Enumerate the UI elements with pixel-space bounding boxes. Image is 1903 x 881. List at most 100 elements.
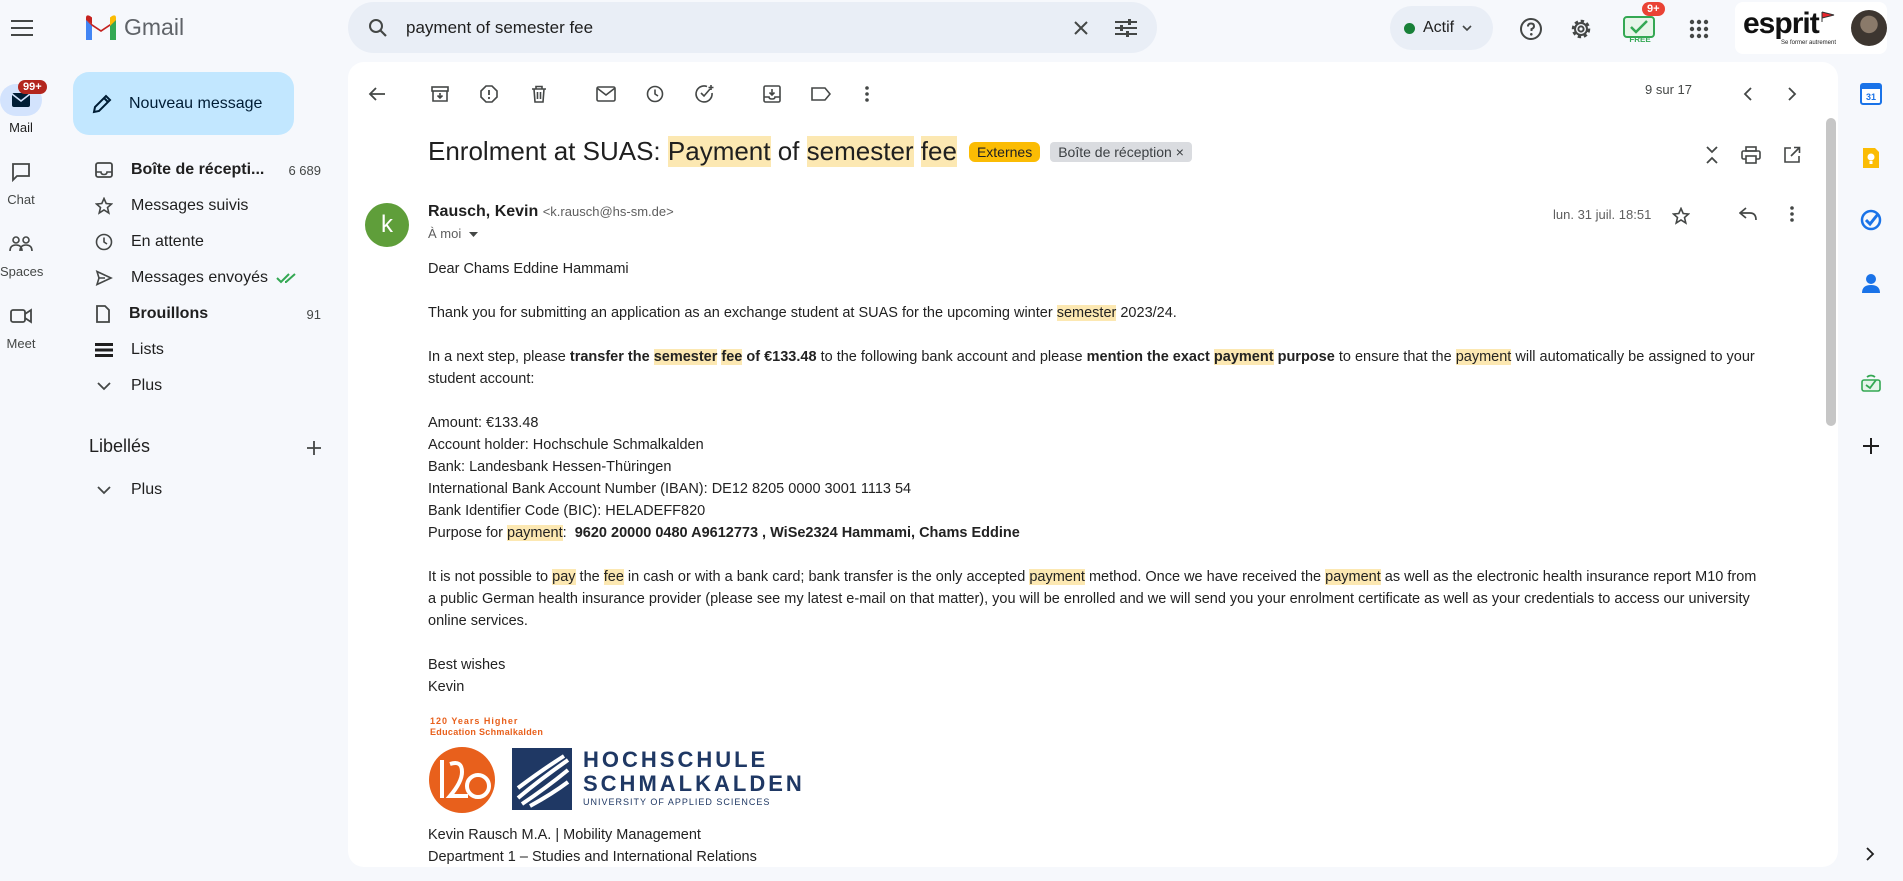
back-arrow-icon[interactable] bbox=[359, 76, 395, 112]
nav-lists[interactable]: Lists bbox=[73, 332, 331, 368]
label-tag-icon[interactable] bbox=[803, 76, 839, 112]
closing-line: Best wishes bbox=[428, 657, 506, 673]
rail-spaces[interactable]: Spaces bbox=[0, 228, 44, 279]
signature-line-2: Department 1 – Studies and International… bbox=[428, 849, 757, 865]
send-icon bbox=[95, 270, 113, 286]
nav-snoozed[interactable]: En attente bbox=[73, 224, 331, 260]
star-message-icon[interactable] bbox=[1663, 198, 1699, 234]
chevron-down-icon bbox=[95, 484, 113, 496]
nav-inbox-label: Boîte de récepti... bbox=[131, 161, 265, 178]
mail-unread-badge: 99+ bbox=[18, 80, 47, 94]
remove-label-icon: × bbox=[1175, 143, 1184, 160]
gmail-logo[interactable]: Gmail bbox=[84, 12, 184, 42]
rail-chat[interactable]: Chat bbox=[0, 156, 42, 207]
addon-icon[interactable] bbox=[1854, 366, 1888, 400]
contacts-icon[interactable] bbox=[1854, 266, 1888, 300]
list-icon bbox=[95, 343, 113, 357]
tasks-icon[interactable] bbox=[1854, 203, 1888, 237]
add-task-icon[interactable] bbox=[687, 76, 723, 112]
move-to-icon[interactable] bbox=[754, 76, 790, 112]
esprit-logo: esprit Se former autrement bbox=[1743, 7, 1837, 46]
gmail-wordmark: Gmail bbox=[124, 13, 185, 40]
expand-side-panel-chevron-icon[interactable] bbox=[1860, 844, 1880, 864]
newer-chevron-left-icon[interactable] bbox=[1730, 76, 1766, 112]
compose-button[interactable]: Nouveau message bbox=[73, 72, 294, 135]
nav-sent[interactable]: Messages envoyés bbox=[73, 260, 331, 296]
older-chevron-right-icon[interactable] bbox=[1774, 76, 1810, 112]
clear-search-icon[interactable] bbox=[1073, 20, 1089, 36]
nav-more[interactable]: Plus bbox=[73, 368, 331, 404]
sender-line: Rausch, Kevin <k.rausch@hs-sm.de> bbox=[428, 203, 674, 221]
search-input[interactable]: payment of semester fee bbox=[406, 18, 1073, 38]
nav-inbox[interactable]: Boîte de récepti... 6 689 bbox=[73, 152, 331, 188]
search-options-icon[interactable] bbox=[1115, 18, 1137, 37]
bank-line: Bank: Landesbank Hessen-Thüringen bbox=[428, 459, 672, 475]
amount-line: Amount: €133.48 bbox=[428, 415, 539, 431]
apps-grid-icon[interactable] bbox=[1679, 9, 1719, 49]
tag-inbox[interactable]: Boîte de réception × bbox=[1050, 141, 1192, 162]
collapse-all-icon[interactable] bbox=[1694, 137, 1730, 173]
more-vertical-icon[interactable] bbox=[849, 76, 885, 112]
logo-text: HOCHSCHULE SCHMALKALDEN UNIVERSITY OF AP… bbox=[583, 747, 805, 808]
nav-sent-label: Messages envoyés bbox=[131, 269, 268, 286]
search-bar[interactable]: payment of semester fee bbox=[348, 2, 1157, 53]
nav-lists-label: Lists bbox=[131, 341, 164, 358]
clock-icon bbox=[95, 233, 113, 251]
account-switcher[interactable]: esprit Se former autrement bbox=[1735, 2, 1887, 54]
sender-name: Rausch, Kevin bbox=[428, 203, 539, 220]
settings-gear-icon[interactable] bbox=[1561, 9, 1601, 49]
calendar-icon[interactable]: 31 bbox=[1854, 77, 1888, 111]
delete-trash-icon[interactable] bbox=[521, 76, 557, 112]
draft-file-icon bbox=[95, 305, 111, 323]
rail-meet[interactable]: Meet bbox=[0, 300, 42, 351]
message-scrollbar[interactable] bbox=[1826, 118, 1836, 426]
closing: Best wishes Kevin bbox=[428, 654, 1798, 698]
iban-line: International Bank Account Number (IBAN)… bbox=[428, 481, 912, 497]
main-menu-icon[interactable] bbox=[6, 6, 38, 50]
recipient-line[interactable]: À moi bbox=[428, 226, 478, 241]
user-avatar[interactable] bbox=[1851, 10, 1887, 46]
paragraph-3: It is not possible to pay the fee in cas… bbox=[428, 569, 1757, 629]
meet-free-app-icon[interactable]: FREE 9+ bbox=[1618, 2, 1665, 48]
nav-drafts-label: Brouillons bbox=[129, 305, 209, 322]
pagination-label: 9 sur 17 bbox=[1645, 82, 1692, 97]
snooze-clock-icon[interactable] bbox=[637, 76, 673, 112]
email-body: Dear Chams Eddine Hammami Thank you for … bbox=[428, 258, 1798, 698]
status-selector[interactable]: Actif bbox=[1390, 6, 1493, 50]
status-label: Actif bbox=[1423, 19, 1455, 36]
keep-icon[interactable] bbox=[1854, 141, 1888, 175]
holder-line: Account holder: Hochschule Schmalkalden bbox=[428, 437, 704, 453]
hochschule-schmalkalden-logo: 120 Years Higher Education Schmalkalden … bbox=[428, 716, 802, 814]
rail-meet-label: Meet bbox=[6, 336, 36, 351]
rail-chat-label: Chat bbox=[7, 192, 35, 207]
chevron-down-icon bbox=[95, 380, 113, 392]
purpose-line: Purpose for payment: 9620 20000 0480 A96… bbox=[428, 525, 1020, 541]
message-more-vertical-icon[interactable] bbox=[1774, 196, 1810, 232]
rail-spaces-label: Spaces bbox=[0, 264, 44, 279]
greeting: Dear Chams Eddine Hammami bbox=[428, 261, 629, 277]
labels-more[interactable]: Plus bbox=[73, 472, 331, 508]
logo-hs-emblem-icon bbox=[512, 748, 572, 810]
report-spam-icon[interactable] bbox=[471, 76, 507, 112]
logo-120-icon bbox=[429, 747, 495, 813]
gmail-m-icon bbox=[86, 15, 116, 40]
open-new-window-icon[interactable] bbox=[1774, 137, 1810, 173]
nav-drafts[interactable]: Brouillons 91 bbox=[73, 296, 331, 332]
search-icon[interactable] bbox=[368, 18, 388, 38]
print-icon[interactable] bbox=[1733, 137, 1769, 173]
archive-icon[interactable] bbox=[422, 76, 458, 112]
nav-starred[interactable]: Messages suivis bbox=[73, 188, 331, 224]
mark-unread-icon[interactable] bbox=[588, 76, 624, 112]
video-camera-icon bbox=[0, 300, 42, 332]
add-label-plus-icon[interactable] bbox=[300, 436, 328, 460]
get-addons-plus-icon[interactable] bbox=[1854, 429, 1888, 463]
message-date: lun. 31 juil. 18:51 bbox=[1553, 207, 1652, 222]
nav-inbox-count: 6 689 bbox=[288, 162, 321, 178]
help-icon[interactable] bbox=[1511, 9, 1551, 49]
free-label: FREE bbox=[1629, 34, 1651, 44]
sender-email: <k.rausch@hs-sm.de> bbox=[542, 204, 674, 219]
paragraph-1: Thank you for submitting an application … bbox=[428, 305, 1177, 321]
reply-icon[interactable] bbox=[1730, 196, 1766, 232]
sender-avatar[interactable]: k bbox=[365, 203, 409, 247]
caret-down-icon bbox=[468, 232, 478, 238]
